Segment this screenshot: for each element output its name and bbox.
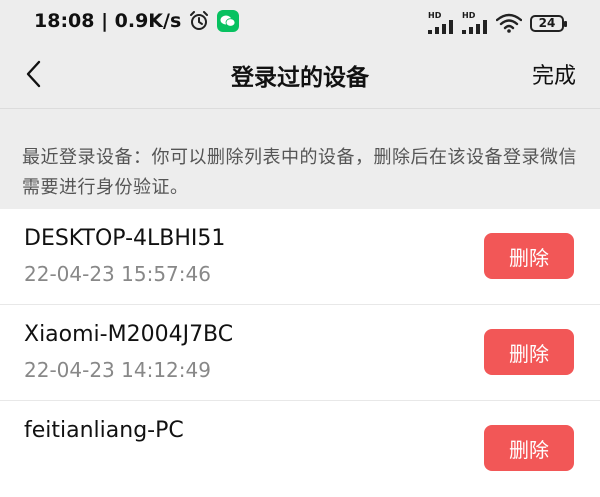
signal-icon: HD: [462, 12, 488, 34]
device-item: feitianliang-PC 删除: [0, 401, 600, 497]
device-item: DESKTOP-4LBHI51 22-04-23 15:57:46 删除: [0, 209, 600, 305]
status-time: 18:08 | 0.9K/s: [34, 10, 182, 32]
status-bar: 18:08 | 0.9K/s HD HD 24: [0, 0, 600, 44]
done-button[interactable]: 完成: [532, 58, 576, 90]
status-right: HD HD 24: [428, 12, 567, 34]
device-item: Xiaomi-M2004J7BC 22-04-23 14:12:49 删除: [0, 305, 600, 401]
sim1-hd-label: HD: [428, 11, 442, 20]
sim2-hd-label: HD: [462, 11, 476, 20]
nav-bar: 登录过的设备 完成: [0, 44, 600, 108]
nav-divider: [0, 108, 600, 109]
device-time: 22-04-23 15:57:46: [24, 262, 211, 286]
device-name: feitianliang-PC: [24, 418, 184, 443]
device-list: DESKTOP-4LBHI51 22-04-23 15:57:46 删除 Xia…: [0, 209, 600, 497]
delete-button[interactable]: 删除: [484, 329, 574, 375]
battery-level: 24: [538, 16, 556, 30]
battery-icon: 24: [530, 14, 567, 32]
alarm-icon: [190, 11, 209, 30]
delete-button[interactable]: 删除: [484, 233, 574, 279]
delete-button[interactable]: 删除: [484, 425, 574, 471]
wechat-icon: [217, 10, 240, 32]
device-time: 22-04-23 14:12:49: [24, 358, 211, 382]
signal-icon: HD: [428, 12, 454, 34]
status-left: 18:08 | 0.9K/s: [34, 10, 240, 32]
page-title: 登录过的设备: [231, 65, 369, 91]
device-name: Xiaomi-M2004J7BC: [24, 322, 234, 347]
wifi-icon: [496, 13, 522, 33]
description-text: 最近登录设备：你可以删除列表中的设备，删除后在该设备登录微信需要进行身份验证。: [22, 147, 577, 198]
device-name: DESKTOP-4LBHI51: [24, 226, 226, 251]
